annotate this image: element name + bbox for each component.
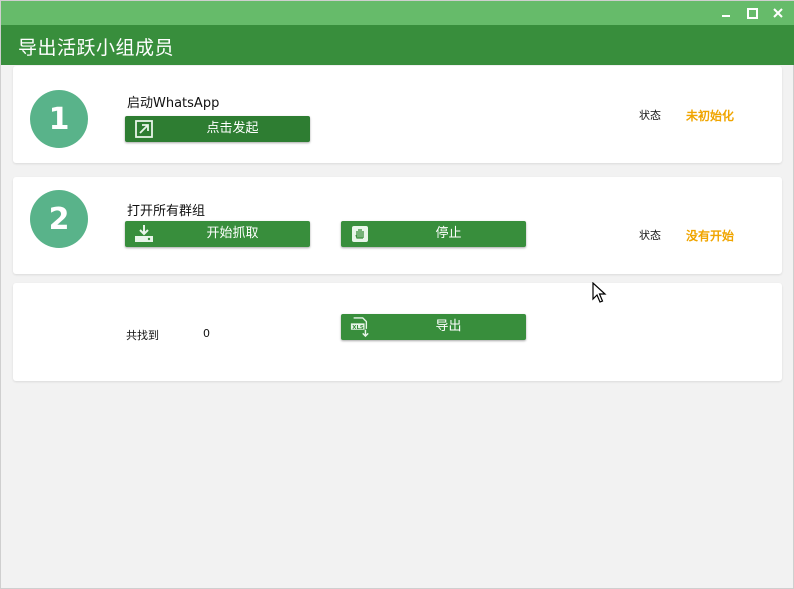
stop-button[interactable]: 停止 [341, 221, 526, 247]
xls-file-icon: XLS [350, 317, 370, 338]
app-header: 导出活跃小组成员 [1, 25, 794, 65]
export-button-label: 导出 [435, 319, 462, 334]
step-title: 打开所有群组 [127, 204, 206, 219]
maximize-button[interactable] [741, 3, 763, 23]
launch-button[interactable]: 点击发起 [125, 116, 310, 142]
external-link-icon [134, 119, 154, 139]
close-icon [773, 8, 783, 18]
title-bar [1, 1, 794, 25]
status-label: 状态 [639, 229, 661, 242]
start-scrape-button-label: 开始抓取 [206, 226, 259, 241]
page-title: 导出活跃小组成员 [18, 37, 175, 59]
minimize-button[interactable] [715, 3, 737, 23]
status-label: 状态 [639, 109, 661, 122]
close-button[interactable] [767, 3, 789, 23]
step-card-1: 1 启动WhatsApp 点击发起 状态 未初始化 [13, 66, 782, 163]
minimize-icon [722, 15, 730, 17]
step-number-badge: 2 [30, 190, 88, 248]
export-button[interactable]: XLS 导出 [341, 314, 526, 340]
window-controls [715, 3, 789, 23]
step-title: 启动WhatsApp [127, 96, 220, 111]
svg-text:XLS: XLS [352, 325, 364, 331]
stop-button-label: 停止 [435, 226, 462, 241]
found-count-label: 共找到 [126, 329, 159, 342]
hand-stop-icon [350, 224, 370, 244]
step-number-badge: 1 [30, 90, 88, 148]
mouse-cursor-icon [592, 282, 607, 303]
export-card: 共找到 0 XLS 导出 [13, 283, 782, 381]
maximize-icon [746, 7, 758, 19]
start-scrape-button[interactable]: 开始抓取 [125, 221, 310, 247]
step-card-2: 2 打开所有群组 开始抓取 停止 状态 没有开始 [13, 177, 782, 274]
status-value: 未初始化 [686, 109, 735, 123]
status-value: 没有开始 [686, 229, 735, 243]
found-count-value: 0 [203, 327, 210, 340]
launch-button-label: 点击发起 [206, 121, 259, 136]
download-tray-icon [134, 224, 154, 244]
